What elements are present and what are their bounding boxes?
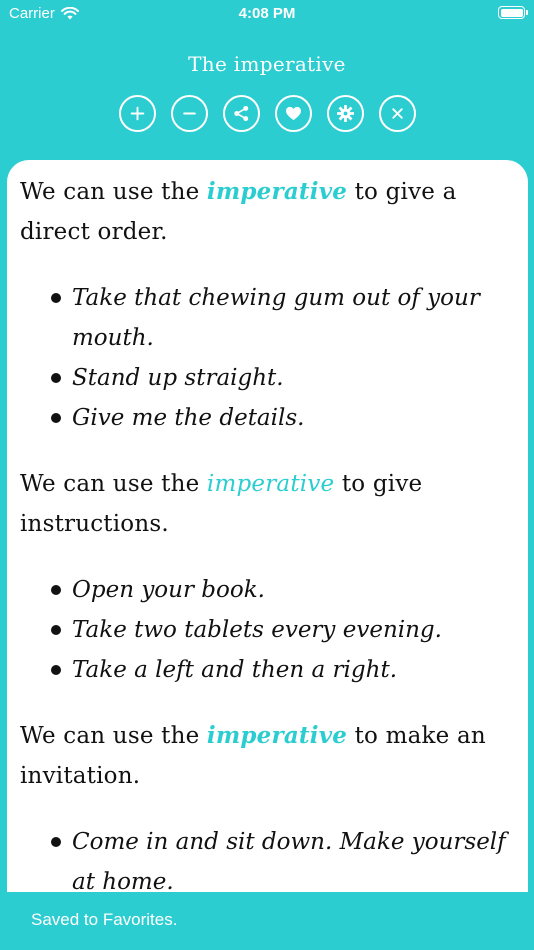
toolbar — [0, 95, 534, 132]
example-item: Take a left and then a right. — [51, 650, 516, 690]
section-intro: We can use the imperative to give instru… — [20, 464, 516, 544]
keyword-link[interactable]: imperative — [207, 471, 334, 497]
share-icon — [233, 105, 248, 122]
intro-text: We can use the — [20, 471, 207, 497]
keyword-link[interactable]: imperative — [207, 722, 347, 749]
example-item: Come in and sit down. Make yourself at h… — [51, 822, 516, 892]
zoom-in-button[interactable] — [118, 95, 156, 132]
zoom-out-button[interactable] — [170, 95, 208, 132]
settings-button[interactable] — [326, 95, 364, 132]
heart-icon — [285, 106, 301, 121]
plus-icon — [130, 106, 144, 121]
gear-icon — [336, 105, 354, 122]
section-intro: We can use the imperative to give a dire… — [20, 172, 516, 252]
intro-text: We can use the — [20, 179, 207, 205]
example-list: Take that chewing gum out of your mouth.… — [51, 278, 516, 438]
example-item: Take that chewing gum out of your mouth. — [51, 278, 516, 358]
close-icon — [391, 108, 403, 119]
example-item: Give me the details. — [51, 398, 516, 438]
example-list: Open your book. Take two tablets every e… — [51, 570, 516, 690]
section-intro: We can use the imperative to make an inv… — [20, 716, 516, 796]
page-title: The imperative — [188, 52, 346, 76]
status-bar: Carrier 4:08 PM — [0, 0, 534, 28]
share-button[interactable] — [222, 95, 260, 132]
example-item: Stand up straight. — [51, 358, 516, 398]
status-time: 4:08 PM — [238, 5, 296, 22]
close-button[interactable] — [378, 95, 416, 132]
intro-text: We can use the — [20, 723, 207, 749]
battery-icon — [498, 6, 528, 19]
lesson-content[interactable]: We can use the imperative to give a dire… — [7, 160, 528, 892]
example-item: Open your book. — [51, 570, 516, 610]
favorite-button[interactable] — [274, 95, 312, 132]
toast-message: Saved to Favorites. — [0, 892, 534, 950]
keyword-link[interactable]: imperative — [207, 178, 347, 205]
example-list: Come in and sit down. Make yourself at h… — [51, 822, 516, 892]
example-item: Take two tablets every evening. — [51, 610, 516, 650]
minus-icon — [182, 112, 196, 115]
